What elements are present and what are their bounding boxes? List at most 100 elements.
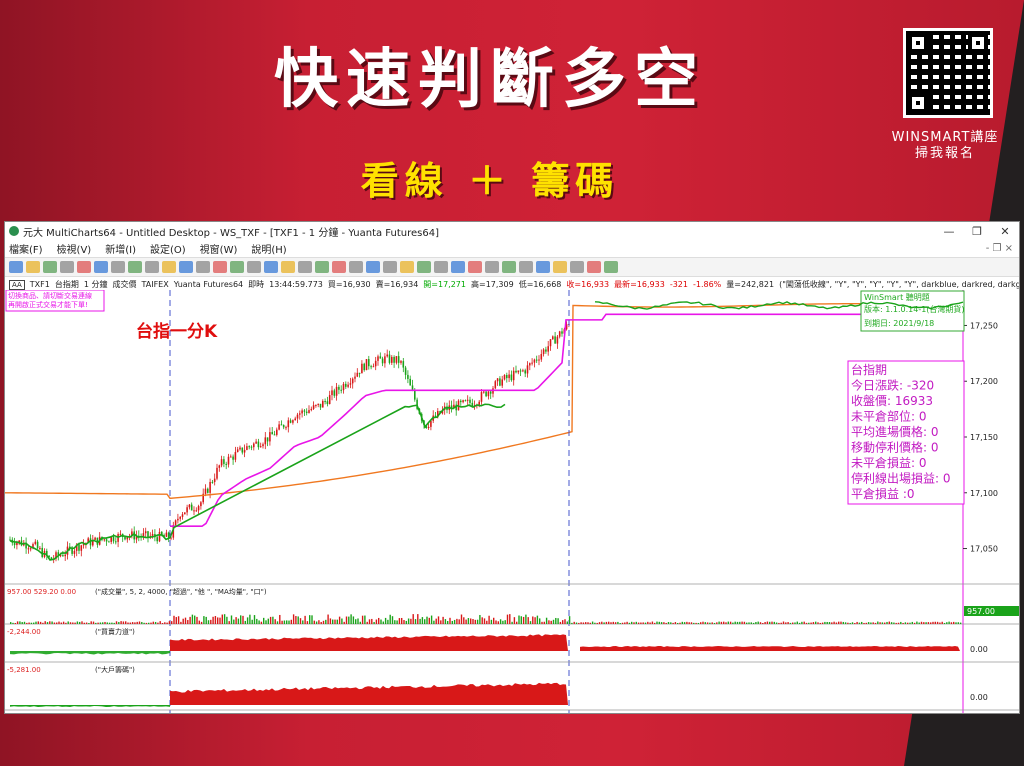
volume-bar [511,621,513,624]
toolbar-button[interactable] [60,261,74,273]
toolbar-button[interactable] [519,261,533,273]
menu-settings[interactable]: 設定(O) [150,241,186,256]
candle [225,463,227,465]
volume-bar [396,620,398,624]
volume-bar [470,618,472,624]
volume-bar [950,622,953,624]
toolbar-button[interactable] [417,261,431,273]
volume-bar [371,618,373,624]
candle [356,372,359,377]
toolbar-button[interactable] [230,261,244,273]
toolbar-button[interactable] [9,261,23,273]
volume-bar [327,614,329,624]
toolbar-button[interactable] [383,261,397,273]
menu-file[interactable]: 檔案(F) [9,241,43,256]
menu-help[interactable]: 說明(H) [251,241,286,256]
toolbar [5,257,1019,277]
volume-bar [306,621,309,624]
chart-area[interactable]: 17,250 17,200 17,150 17,100 17,050 957.00 52… [5,290,1019,713]
toolbar-button[interactable] [281,261,295,273]
volume-bar [33,622,35,624]
candle [269,432,271,442]
volume-bar [263,617,265,624]
volume-bar [732,622,734,624]
volume-bar [350,614,352,624]
maximize-button[interactable]: ❐ [963,225,991,238]
volume-bar [589,622,591,624]
volume-bar [651,621,654,624]
toolbar-button[interactable] [553,261,567,273]
toolbar-button[interactable] [349,261,363,273]
toolbar-button[interactable] [26,261,40,273]
toolbar-button[interactable] [94,261,108,273]
minimize-button[interactable]: — [935,225,963,238]
toolbar-button[interactable] [145,261,159,273]
volume-bar [771,621,773,624]
toolbar-button[interactable] [43,261,57,273]
toolbar-button[interactable] [315,261,329,273]
volume-bar [953,621,955,624]
close-button[interactable]: ✕ [991,225,1019,238]
volume-bar [265,620,267,624]
candle [264,437,267,445]
symbol-tag[interactable]: AA [9,279,25,290]
volume-bar [97,622,99,624]
candle [354,376,356,379]
qr-code[interactable] [903,28,993,118]
volume-bar [562,620,564,624]
window-title: 元大 MultiCharts64 - Untitled Desktop - WS… [23,227,439,239]
toolbar-button[interactable] [77,261,91,273]
toolbar-button[interactable] [434,261,448,273]
volume-bar [249,614,251,624]
candle [289,420,292,423]
volume-bar [656,621,658,624]
toolbar-button[interactable] [332,261,346,273]
menu-view[interactable]: 檢視(V) [57,241,92,256]
toolbar-button[interactable] [502,261,516,273]
volume-bar [134,622,136,624]
volume-bar [872,622,874,624]
toolbar-button[interactable] [298,261,312,273]
toolbar-button[interactable] [485,261,499,273]
toolbar-button[interactable] [162,261,176,273]
toolbar-button[interactable] [536,261,550,273]
candle [262,444,264,447]
toolbar-button[interactable] [468,261,482,273]
toolbar-button[interactable] [196,261,210,273]
volume-bar [168,621,171,624]
toolbar-button[interactable] [111,261,125,273]
volume-bar [704,622,706,624]
volume-bar [106,622,108,624]
toolbar-button[interactable] [247,261,261,273]
volume-bar [773,621,775,624]
toolbar-button[interactable] [366,261,380,273]
toolbar-button[interactable] [264,261,278,273]
toolbar-button[interactable] [179,261,193,273]
chart-canvas[interactable]: 17,250 17,200 17,150 17,100 17,050 957.00 52… [5,290,1019,713]
toolbar-button[interactable] [570,261,584,273]
volume-bar [787,622,789,624]
toolbar-button[interactable] [587,261,601,273]
volume-bar [171,621,173,624]
volume-bar [601,621,603,624]
info-line: 未平倉損益: 0 [851,455,927,470]
volume-bar [313,620,315,624]
toolbar-button[interactable] [213,261,227,273]
volume-bar [716,622,718,624]
volume-bar [907,622,909,624]
toolbar-button[interactable] [400,261,414,273]
interval-label[interactable]: 1 分鐘 [84,279,108,290]
toolbar-button[interactable] [451,261,465,273]
toolbar-button[interactable] [128,261,142,273]
candle [333,390,336,396]
volume-bar [384,617,387,624]
candle [193,510,195,512]
volume-bar [267,618,269,624]
toolbar-button[interactable] [604,261,618,273]
candle [236,449,239,453]
mdi-window-controls[interactable]: - ❐ × [986,243,1013,254]
symbol-code[interactable]: TXF1 [30,280,50,289]
price-tick: 17,200 [970,377,998,386]
menu-window[interactable]: 視窗(W) [200,241,238,256]
menu-insert[interactable]: 新增(I) [105,241,136,256]
